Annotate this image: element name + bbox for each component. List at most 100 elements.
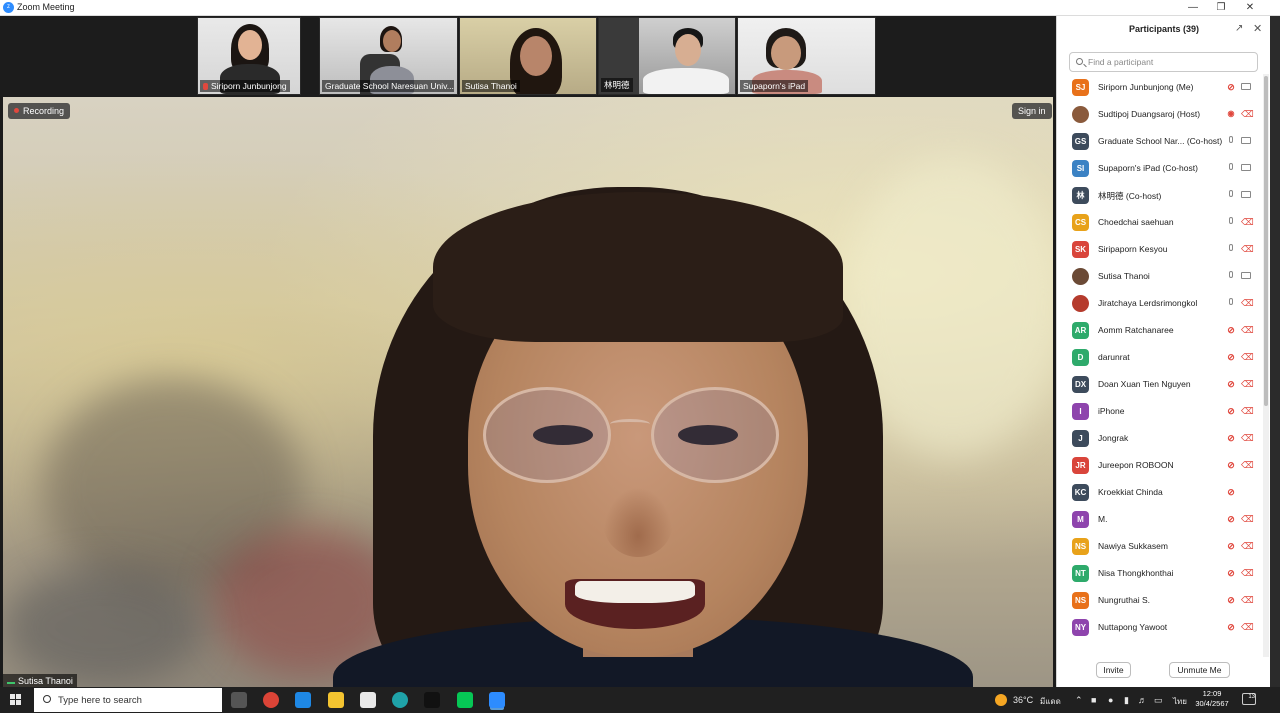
mic-muted-icon[interactable]: ⊘ <box>1226 595 1236 605</box>
camera-off-icon[interactable]: ⌫ <box>1241 541 1254 551</box>
participant-row[interactable]: M M. ⊘ ⌫ <box>1057 506 1263 533</box>
close-panel-icon[interactable]: ✕ <box>1253 22 1262 35</box>
mic-muted-icon[interactable]: ⊘ <box>1226 460 1236 470</box>
mic-muted-icon[interactable]: ⊘ <box>1226 325 1236 335</box>
mic-muted-icon[interactable]: ⊘ <box>1226 568 1236 578</box>
camera-icon[interactable] <box>1241 163 1251 173</box>
tray-chevron-icon[interactable]: ⌃ <box>1075 695 1083 706</box>
camera-off-icon[interactable]: ⌫ <box>1241 109 1254 119</box>
participant-row[interactable]: Jiratchaya Lerdsrimongkol ⌫ <box>1057 290 1263 317</box>
mic-muted-icon[interactable]: ⊘ <box>1226 622 1236 632</box>
camera-off-icon[interactable]: ⌫ <box>1241 352 1254 362</box>
gallery-tile[interactable]: 林明德 <box>598 17 736 95</box>
display-icon[interactable]: ▭ <box>1154 695 1163 706</box>
participant-search-input[interactable]: Find a participant <box>1069 52 1258 72</box>
camera-off-icon[interactable]: ⌫ <box>1241 217 1254 227</box>
volume-icon[interactable]: ♬ <box>1138 695 1147 705</box>
participant-row[interactable]: NT Nisa Thongkhonthai ⊘ ⌫ <box>1057 560 1263 587</box>
participant-row[interactable]: SI Supaporn's iPad (Co-host) <box>1057 155 1263 182</box>
participant-row[interactable]: CS Choedchai saehuan ⌫ <box>1057 209 1263 236</box>
maximize-icon[interactable]: ❐ <box>1209 0 1233 15</box>
gallery-tile[interactable]: Sutisa Thanoi <box>459 17 597 95</box>
participant-row[interactable]: Sutisa Thanoi <box>1057 263 1263 290</box>
camera-off-icon[interactable]: ⌫ <box>1241 622 1254 632</box>
mic-speaking-icon[interactable]: ◉ <box>1226 109 1236 119</box>
participant-row[interactable]: JR Jureepon ROBOON ⊘ ⌫ <box>1057 452 1263 479</box>
mic-icon[interactable] <box>1226 271 1236 281</box>
network-icon[interactable]: ● <box>1108 695 1113 705</box>
camera-off-icon[interactable]: ⌫ <box>1241 568 1254 578</box>
camera-off-icon[interactable]: ⌫ <box>1241 595 1254 605</box>
taskbar-search-input[interactable]: Type here to search <box>34 688 222 712</box>
participant-row[interactable]: NS Nungruthai S. ⊘ ⌫ <box>1057 587 1263 614</box>
tiktok-icon[interactable] <box>424 692 440 708</box>
active-speaker-video[interactable]: Recording Sign in <box>3 97 1053 687</box>
camera-icon[interactable] <box>1241 82 1251 92</box>
sign-in-button[interactable]: Sign in <box>1012 103 1052 119</box>
participant-row[interactable]: Sudtipoj Duangsaroj (Host) ◉ ⌫ <box>1057 101 1263 128</box>
file-explorer-icon[interactable] <box>328 692 344 708</box>
weather-temp[interactable]: 36°C <box>1013 695 1033 705</box>
mic-muted-icon[interactable]: ⊘ <box>1226 352 1236 362</box>
taskbar-clock[interactable]: 12:09 30/4/2567 <box>1194 689 1230 709</box>
participant-row[interactable]: AR Aomm Ratchanaree ⊘ ⌫ <box>1057 317 1263 344</box>
windows-start-icon[interactable] <box>10 694 22 706</box>
camera-icon[interactable] <box>1241 271 1251 281</box>
camera-icon[interactable] <box>1241 136 1251 146</box>
task-view-icon[interactable] <box>231 692 247 708</box>
mic-muted-icon[interactable]: ⊘ <box>1226 379 1236 389</box>
mic-muted-icon[interactable]: ⊘ <box>1226 541 1236 551</box>
participant-row[interactable]: DX Doan Xuan Tien Nguyen ⊘ ⌫ <box>1057 371 1263 398</box>
zoom-icon[interactable] <box>489 692 505 708</box>
mic-muted-icon[interactable]: ⊘ <box>1226 487 1236 497</box>
camera-off-icon[interactable]: ⌫ <box>1241 406 1254 416</box>
camera-off-icon[interactable]: ⌫ <box>1241 514 1254 524</box>
participant-row[interactable]: SK Siripaporn Kesyou ⌫ <box>1057 236 1263 263</box>
mic-muted-icon[interactable]: ⊘ <box>1226 433 1236 443</box>
participant-row[interactable]: KC Kroekkiat Chinda ⊘ <box>1057 479 1263 506</box>
invite-button[interactable]: Invite <box>1096 662 1131 678</box>
mic-icon[interactable] <box>1226 244 1236 254</box>
camera-off-icon[interactable]: ⌫ <box>1241 433 1254 443</box>
camera-off-icon[interactable]: ⌫ <box>1241 460 1254 470</box>
weather-desc[interactable]: มีแดด <box>1040 695 1061 708</box>
camera-off-icon[interactable]: ⌫ <box>1241 298 1254 308</box>
participant-row[interactable]: SJ Siriporn Junbunjong (Me) ⊘ <box>1057 74 1263 101</box>
mic-muted-icon[interactable]: ⊘ <box>1226 406 1236 416</box>
participant-row[interactable]: J Jongrak ⊘ ⌫ <box>1057 425 1263 452</box>
mic-icon[interactable] <box>1226 163 1236 173</box>
gallery-tile[interactable]: Supaporn's iPad <box>737 17 876 95</box>
microphone-icon[interactable]: ▮ <box>1124 695 1129 706</box>
mic-icon[interactable] <box>1226 298 1236 308</box>
notification-center-icon[interactable]: 13 <box>1242 693 1256 705</box>
participant-list-scrollbar[interactable] <box>1263 74 1269 657</box>
camera-off-icon[interactable]: ⌫ <box>1241 244 1254 254</box>
participant-row[interactable]: IiPhone ⊘ ⌫ <box>1057 398 1263 425</box>
input-language[interactable]: ไทย <box>1173 695 1187 708</box>
minimize-icon[interactable]: — <box>1181 0 1205 15</box>
tray-apps-icon[interactable]: ■ <box>1091 695 1096 705</box>
pop-out-icon[interactable]: ↗ <box>1235 23 1243 34</box>
camera-icon[interactable] <box>1241 190 1251 200</box>
participant-row[interactable]: NS Nawiya Sukkasem ⊘ ⌫ <box>1057 533 1263 560</box>
gallery-tile[interactable]: Siriporn Junbunjong <box>197 17 301 95</box>
camera-off-icon[interactable]: ⌫ <box>1241 325 1254 335</box>
mic-icon[interactable] <box>1226 136 1236 146</box>
store-icon[interactable] <box>360 692 376 708</box>
mic-icon[interactable] <box>1226 217 1236 227</box>
camera-off-icon[interactable]: ⌫ <box>1241 379 1254 389</box>
participant-row[interactable]: NY Nuttapong Yawoot ⊘ ⌫ <box>1057 614 1263 641</box>
close-icon[interactable]: ✕ <box>1238 0 1262 15</box>
edge-icon[interactable] <box>392 692 408 708</box>
chrome-icon[interactable] <box>263 692 279 708</box>
weather-sun-icon[interactable] <box>995 694 1007 706</box>
mail-icon[interactable] <box>295 692 311 708</box>
line-icon[interactable] <box>457 692 473 708</box>
mic-muted-icon[interactable]: ⊘ <box>1226 82 1236 92</box>
mic-muted-icon[interactable]: ⊘ <box>1226 514 1236 524</box>
gallery-tile[interactable]: Graduate School Naresuan Univ... <box>319 17 458 95</box>
mic-icon[interactable] <box>1226 190 1236 200</box>
participant-row[interactable]: Ddarunrat ⊘ ⌫ <box>1057 344 1263 371</box>
unmute-me-button[interactable]: Unmute Me <box>1169 662 1230 678</box>
recording-indicator[interactable]: Recording <box>8 103 71 119</box>
